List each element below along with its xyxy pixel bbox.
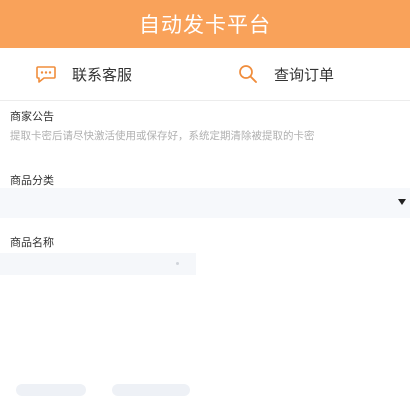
category-select[interactable] [0, 188, 410, 396]
contact-support-label: 联系客服 [72, 65, 133, 84]
page-title: 自动发卡平台 [139, 13, 271, 37]
notice-text: 提取卡密后请尽快激活使用或保存好，系统定期清除被提取的卡密 [10, 130, 315, 142]
product-value-placeholder [176, 262, 179, 265]
category-value-placeholder [16, 384, 86, 396]
chevron-down-icon [398, 199, 406, 205]
top-nav: 联系客服 查询订单 [0, 48, 410, 101]
category-value-placeholder-2 [112, 384, 190, 396]
product-select[interactable] [0, 253, 196, 275]
search-icon [236, 62, 260, 86]
category-label: 商品分类 [10, 174, 54, 187]
chat-bubble-icon [34, 62, 58, 86]
query-order-label: 查询订单 [274, 65, 335, 84]
product-label: 商品名称 [10, 236, 54, 249]
app-header: 自动发卡平台 [0, 0, 410, 48]
notice-label: 商家公告 [10, 110, 54, 123]
contact-support-button[interactable]: 联系客服 [34, 48, 132, 100]
query-order-button[interactable]: 查询订单 [236, 48, 334, 100]
